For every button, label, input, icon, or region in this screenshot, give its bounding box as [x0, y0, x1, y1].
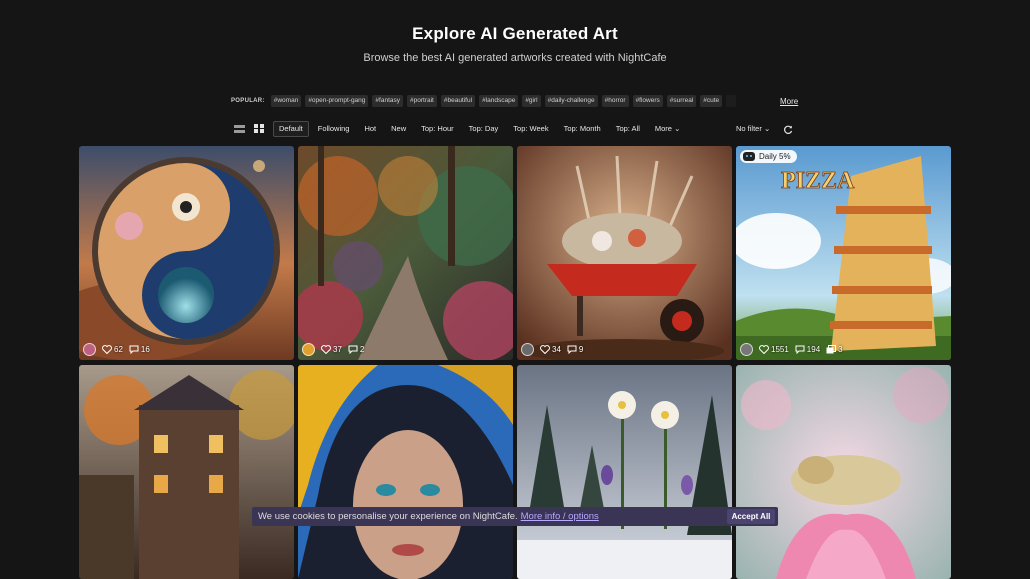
comments[interactable]: 194 — [795, 345, 820, 354]
tag-horror[interactable]: #horror — [601, 95, 629, 107]
comment-icon — [795, 345, 805, 354]
comments[interactable]: 9 — [567, 345, 583, 354]
artwork-image: PIZZA — [736, 146, 951, 360]
tag-landscape[interactable]: #landscape — [479, 95, 519, 107]
more-tags-link[interactable]: More — [780, 97, 798, 106]
artwork-image — [298, 365, 513, 579]
comments-count: 194 — [806, 345, 821, 354]
image-stack-icon — [826, 345, 837, 354]
grid-view-icon[interactable] — [253, 124, 265, 134]
cookie-message-text: We use cookies to personalise your exper… — [258, 511, 518, 522]
tag-cute[interactable]: #cute — [700, 95, 723, 107]
tag-portrait[interactable]: #portrait — [407, 95, 437, 107]
artwork-card[interactable] — [517, 365, 732, 579]
refresh-icon[interactable] — [783, 122, 793, 134]
images[interactable]: 3 — [826, 345, 843, 354]
likes[interactable]: 62 — [102, 345, 123, 354]
chevron-down-icon: ⌄ — [674, 123, 681, 133]
tab-top-week[interactable]: Top: Week — [507, 121, 554, 137]
artwork-image — [298, 146, 513, 360]
list-view-icon[interactable] — [233, 124, 245, 134]
cookie-more-info-link[interactable]: More info / options — [521, 511, 599, 522]
likes-count: 62 — [114, 345, 123, 354]
artwork-card[interactable]: 34 9 — [517, 146, 732, 360]
heart-icon — [102, 345, 112, 354]
tab-hot[interactable]: Hot — [358, 121, 382, 137]
likes[interactable]: 37 — [321, 345, 342, 354]
accept-all-button[interactable]: Accept All — [727, 509, 775, 524]
tag-beautiful[interactable]: #beautiful — [440, 95, 476, 107]
robot-icon — [743, 152, 755, 161]
artwork-image — [736, 365, 951, 579]
likes[interactable]: 1551 — [759, 345, 789, 354]
tag-open-prompt-gang[interactable]: #open-prompt-gang — [305, 95, 369, 107]
svg-text:PIZZA: PIZZA — [781, 168, 855, 194]
tab-following[interactable]: Following — [312, 121, 356, 137]
tab-new[interactable]: New — [385, 121, 412, 137]
artwork-card[interactable]: 37 2 — [298, 146, 513, 360]
no-filter-dropdown[interactable]: No filter ⌄ — [736, 124, 770, 133]
tab-top-month[interactable]: Top: Month — [558, 121, 607, 137]
likes-count: 37 — [333, 345, 342, 354]
tag-woman[interactable]: #woman — [270, 95, 302, 107]
tab-more[interactable]: More ⌄ — [649, 121, 686, 137]
artwork-card[interactable] — [298, 365, 513, 579]
comment-icon — [567, 345, 577, 354]
heart-icon — [759, 345, 769, 354]
hero: Explore AI Generated Art Browse the best… — [0, 24, 1030, 64]
images-count: 3 — [838, 345, 843, 354]
artwork-card[interactable]: 62 16 — [79, 146, 294, 360]
no-filter-label: No filter — [736, 124, 762, 133]
artwork-card[interactable]: PIZZA Daily 5% 1551 194 3 — [736, 146, 951, 360]
comments-count: 9 — [578, 345, 584, 354]
comments[interactable]: 16 — [129, 345, 150, 354]
card-stats: 37 2 — [302, 343, 364, 356]
artwork-card[interactable] — [736, 365, 951, 579]
tag-flowers[interactable]: #flowers — [632, 95, 663, 107]
likes[interactable]: 34 — [540, 345, 561, 354]
comments-count: 16 — [140, 345, 150, 354]
cookie-message: We use cookies to personalise your exper… — [258, 511, 599, 522]
tag-fantasy[interactable]: #fantasy — [372, 95, 403, 107]
card-stats: 1551 194 3 — [740, 343, 843, 356]
daily-badge-label: Daily 5% — [759, 152, 791, 161]
artwork-image — [517, 365, 732, 579]
comments[interactable]: 2 — [348, 345, 364, 354]
daily-badge: Daily 5% — [740, 150, 797, 163]
artwork-image — [517, 146, 732, 360]
artwork-card[interactable] — [79, 365, 294, 579]
tag-surreal[interactable]: #surreal — [666, 95, 697, 107]
comment-icon — [129, 345, 139, 354]
avatar[interactable] — [521, 343, 534, 356]
heart-icon — [540, 345, 550, 354]
card-stats: 62 16 — [83, 343, 150, 356]
tag-overflow-fade — [726, 95, 737, 107]
card-stats: 34 9 — [521, 343, 583, 356]
heart-icon — [321, 345, 331, 354]
comment-icon — [348, 345, 358, 354]
artwork-image — [79, 146, 294, 360]
likes-count: 1551 — [771, 345, 789, 354]
tab-top-all[interactable]: Top: All — [610, 121, 646, 137]
avatar[interactable] — [83, 343, 96, 356]
tab-default[interactable]: Default — [273, 120, 309, 137]
avatar[interactable] — [740, 343, 753, 356]
avatar[interactable] — [302, 343, 315, 356]
popular-label: POPULAR: — [231, 98, 265, 104]
filter-bar: Default Following Hot New Top: Hour Top:… — [233, 120, 689, 137]
page-subtitle: Browse the best AI generated artworks cr… — [363, 52, 667, 64]
chevron-down-icon: ⌄ — [763, 124, 771, 133]
comments-count: 2 — [359, 345, 365, 354]
tag-daily-challenge[interactable]: #daily-challenge — [544, 95, 598, 107]
tab-top-hour[interactable]: Top: Hour — [415, 121, 460, 137]
tag-girl[interactable]: #girl — [522, 95, 541, 107]
page-title: Explore AI Generated Art — [412, 24, 618, 43]
likes-count: 34 — [552, 345, 561, 354]
tab-more-label: More — [654, 123, 672, 133]
tab-top-day[interactable]: Top: Day — [463, 121, 505, 137]
popular-tags: POPULAR: #woman #open-prompt-gang #fanta… — [231, 94, 737, 108]
artwork-image — [79, 365, 294, 579]
cookie-banner: We use cookies to personalise your exper… — [252, 507, 778, 526]
